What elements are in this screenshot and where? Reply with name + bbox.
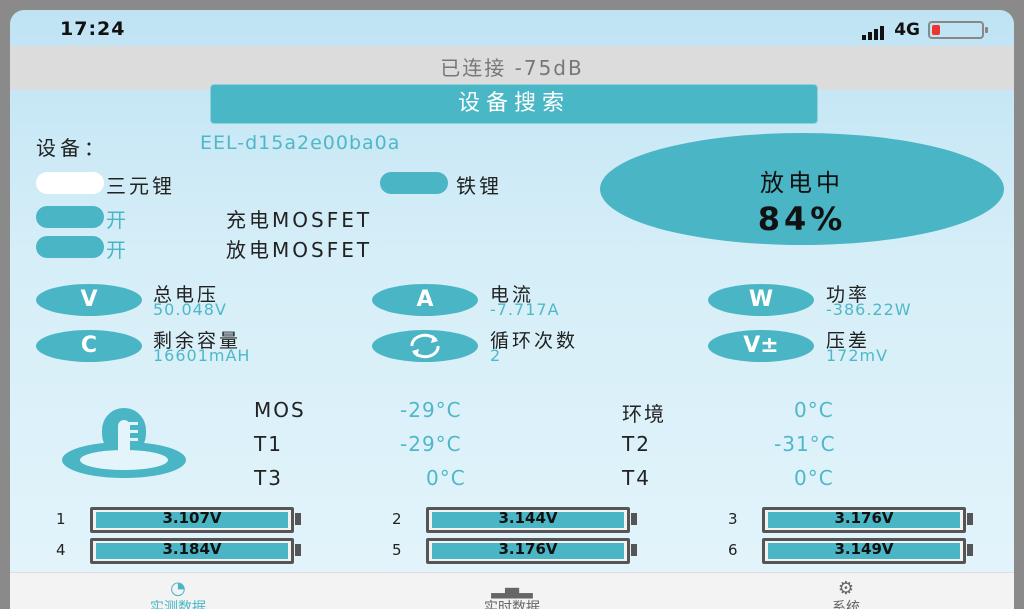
cell-voltage: 3.144V: [498, 509, 558, 527]
cell-index: 5: [392, 541, 402, 559]
temp-label: T2: [622, 432, 651, 456]
temp-value: 0°C: [794, 398, 834, 422]
lifepo-radio[interactable]: [380, 172, 448, 194]
lifepo-label: 铁锂: [456, 174, 502, 198]
metric-value: 50.048V: [153, 300, 227, 319]
gear-icon: ⚙: [837, 578, 855, 599]
ternary-lithium-radio[interactable]: [36, 172, 104, 194]
cell-index: 2: [392, 510, 402, 528]
temp-value: 0°C: [794, 466, 834, 490]
temp-value: -31°C: [774, 432, 836, 456]
temp-value: -29°C: [400, 398, 462, 422]
nav-tab-measured[interactable]: ◔ 实测数据: [78, 578, 278, 609]
battery-state-status: 放电中: [760, 169, 844, 197]
nav-label: 实测数据: [150, 600, 206, 609]
cell-voltage-bar: 3.107V: [90, 507, 301, 533]
cell-voltage-bar: 3.176V: [762, 507, 973, 533]
nav-label: 系统: [832, 600, 860, 609]
discharge-mosfet-state: 开: [106, 238, 129, 262]
cell-index: 3: [728, 510, 738, 528]
cell-voltage: 3.107V: [162, 509, 222, 527]
app-screen: 17:24 4G 已连接 -75dB 设备搜索 设备： EEL-d15a2e00…: [10, 10, 1014, 609]
temp-value: 0°C: [426, 466, 466, 490]
discharge-mosfet-label: 放电MOSFET: [226, 238, 373, 262]
device-search-button[interactable]: 设备搜索: [210, 84, 818, 124]
voltage-diff-icon: V±: [708, 330, 814, 362]
cell-voltage-bar: 3.144V: [426, 507, 637, 533]
connection-status: 已连接 -75dB: [440, 56, 584, 80]
device-label: 设备：: [36, 136, 108, 160]
charge-mosfet-toggle[interactable]: [36, 206, 104, 228]
cell-voltage-bar: 3.176V: [426, 538, 637, 564]
temp-label: T1: [254, 432, 283, 456]
signal-icon: [862, 20, 886, 40]
battery-state-indicator: 放电中 84%: [600, 133, 1004, 245]
nav-label: 实时数据: [484, 600, 540, 609]
battery-state-percent: 84%: [757, 200, 847, 238]
metric-name: 循环次数: [490, 330, 579, 352]
cell-voltage: 3.184V: [162, 540, 222, 558]
gauge-icon: ◔: [170, 578, 186, 599]
thermometer-icon: [62, 408, 192, 480]
temp-label: T3: [254, 466, 283, 490]
cell-voltage: 3.149V: [834, 540, 894, 558]
cell-voltage: 3.176V: [498, 540, 558, 558]
discharge-mosfet-toggle[interactable]: [36, 236, 104, 258]
nav-tab-realtime[interactable]: ▂▄▂ 实时数据: [412, 578, 612, 609]
capacity-icon: C: [36, 330, 142, 362]
cell-index: 1: [56, 510, 66, 528]
power-icon: W: [708, 284, 814, 316]
battery-icon: [928, 21, 988, 39]
metric-value: -7.717A: [490, 300, 560, 319]
network-label: 4G: [894, 20, 920, 40]
cycle-icon: [372, 330, 478, 362]
cell-voltage-bar: 3.149V: [762, 538, 973, 564]
metric-value: 172mV: [826, 346, 889, 365]
cell-voltage: 3.176V: [834, 509, 894, 527]
temp-label: MOS: [254, 398, 306, 422]
ternary-lithium-label: 三元锂: [106, 174, 175, 198]
voltage-icon: V: [36, 284, 142, 316]
cell-index: 6: [728, 541, 738, 559]
nav-tab-system[interactable]: ⚙ 系统: [746, 578, 946, 609]
cell-index: 4: [56, 541, 66, 559]
charge-mosfet-state: 开: [106, 208, 129, 232]
metric-value: -386.22W: [826, 300, 912, 319]
temp-value: -29°C: [400, 432, 462, 456]
status-time: 17:24: [60, 18, 126, 40]
charge-mosfet-label: 充电MOSFET: [226, 208, 373, 232]
metric-value: 2: [490, 346, 502, 365]
cell-voltage-bar: 3.184V: [90, 538, 301, 564]
bottom-nav: ◔ 实测数据 ▂▄▂ 实时数据 ⚙ 系统: [10, 572, 1014, 609]
current-icon: A: [372, 284, 478, 316]
temp-label: 环境: [622, 402, 666, 426]
metric-value: 16601mAH: [153, 346, 251, 365]
status-indicators: 4G: [862, 20, 988, 40]
bar-chart-icon: ▂▄▂: [491, 578, 533, 599]
device-id: EEL-d15a2e00ba0a: [200, 132, 401, 154]
temp-label: T4: [622, 466, 651, 490]
